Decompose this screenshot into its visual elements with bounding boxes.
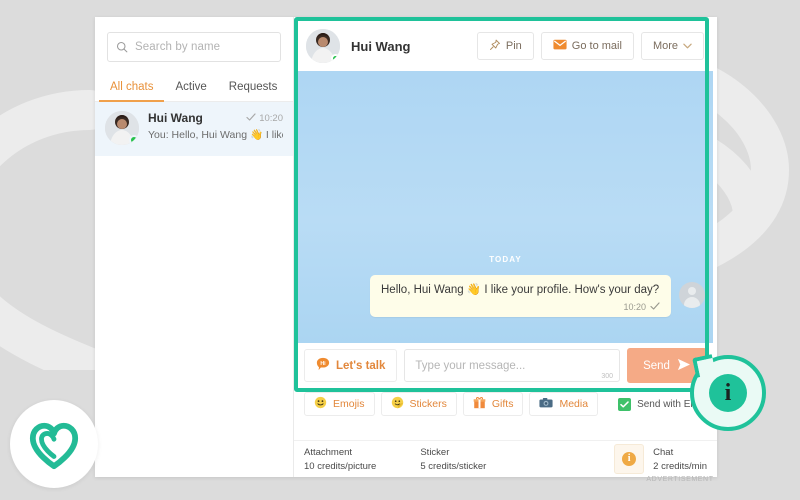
search-container: Search by name [95, 17, 293, 62]
message-text: Hello, Hui Wang 👋 I like your profile. H… [381, 284, 660, 296]
online-status-dot [331, 54, 340, 63]
send-button-label: Send [643, 359, 670, 372]
camera-icon [539, 397, 554, 411]
contact-name: Hui Wang [148, 111, 203, 125]
message-area: TODAY Hello, Hui Wang 👋 I like your prof… [298, 71, 713, 343]
message-input-placeholder: Type your message... [415, 359, 526, 372]
page-title: Hui Wang [351, 38, 411, 54]
info-badge[interactable]: i [690, 354, 766, 431]
tab-requests[interactable]: Requests [218, 75, 289, 102]
search-placeholder: Search by name [135, 41, 221, 53]
list-item[interactable]: Hui Wang 10:20 You: Hello, Hui Wang 👋 I … [95, 102, 293, 156]
chat-filter-tabs: All chats Active Requests [95, 75, 293, 102]
message-bubble: Hello, Hui Wang 👋 I like your profile. H… [370, 275, 671, 317]
avatar [105, 111, 139, 145]
badge-inner-circle: i [709, 374, 747, 412]
search-input[interactable]: Search by name [107, 32, 281, 62]
pricing-chat: i Chat 2 credits/min [614, 444, 707, 474]
character-counter: 300 [601, 373, 613, 380]
day-divider: TODAY [489, 255, 522, 264]
message-composer: Hi Let's talk Type your message... 300 S… [298, 343, 713, 388]
info-icon: i [622, 452, 637, 466]
emojis-button[interactable]: Emojis [304, 392, 375, 416]
go-to-mail-label: Go to mail [571, 40, 622, 52]
sticker-icon [391, 396, 404, 412]
emoji-icon [314, 396, 327, 412]
avatar[interactable] [306, 29, 340, 63]
svg-text:Hi: Hi [320, 361, 326, 367]
pin-button[interactable]: Pin [476, 32, 534, 60]
pricing-chat-text: Chat 2 credits/min [653, 447, 707, 472]
pricing-sticker-title: Sticker [420, 446, 450, 458]
advertisement-label-wrap: ADVERTISEMENT [560, 476, 800, 483]
mail-icon [553, 39, 567, 53]
heart-logo-icon [29, 422, 79, 470]
stickers-button[interactable]: Stickers [380, 392, 457, 416]
check-icon [246, 112, 256, 124]
pricing-chat-value: 2 credits/min [653, 460, 707, 472]
advertisement-label: ADVERTISEMENT [646, 476, 714, 483]
go-to-mail-button[interactable]: Go to mail [540, 32, 634, 60]
brand-logo [10, 400, 98, 488]
emojis-label: Emojis [333, 398, 365, 410]
message-time: 10:20 [623, 301, 646, 312]
media-label: Media [559, 398, 589, 410]
chat-panel: Hui Wang Pin Go to mail More TODAY Hello… [294, 17, 717, 477]
app-card: Search by name All chats Active Requests [95, 17, 717, 477]
hi-bubble-icon: Hi [316, 357, 330, 374]
send-with-enter-checkbox[interactable]: Send with Ent [618, 397, 699, 411]
more-button-label: More [652, 40, 678, 52]
pricing-sticker-value: 5 credits/sticker [420, 460, 487, 472]
check-icon [650, 302, 660, 312]
checkbox-checked-icon [618, 397, 632, 411]
gifts-label: Gifts [491, 398, 514, 410]
lets-talk-button[interactable]: Hi Let's talk [304, 349, 398, 382]
pricing-chat-title: Chat [653, 446, 674, 458]
message-meta: 10:20 [381, 302, 660, 312]
message-input[interactable]: Type your message... 300 [404, 349, 620, 382]
chat-list-panel: Search by name All chats Active Requests [95, 17, 294, 477]
stickers-label: Stickers [409, 398, 447, 410]
chat-info-button[interactable]: i [614, 444, 645, 474]
info-icon: i [724, 380, 732, 406]
pin-button-label: Pin [505, 40, 522, 52]
online-status-dot [129, 135, 139, 145]
lets-talk-label: Let's talk [336, 359, 386, 372]
more-button[interactable]: More [640, 32, 704, 60]
gift-icon [473, 396, 486, 412]
tab-all-chats[interactable]: All chats [99, 75, 165, 102]
pricing-attachment-value: 10 credits/picture [304, 460, 377, 472]
pricing-bar: Attachment 10 credits/picture Sticker 5 … [294, 440, 717, 477]
pin-icon [489, 39, 501, 54]
search-icon [116, 41, 128, 53]
media-button[interactable]: Media [529, 392, 599, 416]
pricing-attachment: Attachment 10 credits/picture [304, 447, 376, 472]
chat-header: Hui Wang Pin Go to mail More [298, 21, 713, 71]
list-item-meta: 10:20 [246, 113, 283, 124]
paper-plane-icon [676, 358, 691, 374]
list-item-top: Hui Wang 10:20 [148, 111, 283, 125]
attachment-toolbar: Emojis Stickers Gifts Media Send with En… [298, 388, 713, 420]
chevron-down-icon [683, 40, 692, 52]
message-time: 10:20 [259, 112, 283, 124]
message-avatar [679, 282, 705, 308]
list-item-body: Hui Wang 10:20 You: Hello, Hui Wang 👋 I … [148, 111, 283, 141]
pricing-sticker: Sticker 5 credits/sticker [420, 447, 486, 472]
app-root: Search by name All chats Active Requests [0, 0, 800, 500]
tab-active[interactable]: Active [164, 75, 217, 102]
message-row: Hello, Hui Wang 👋 I like your profile. H… [298, 275, 713, 317]
badge-tail [692, 354, 716, 378]
gifts-button[interactable]: Gifts [462, 392, 524, 416]
pricing-attachment-title: Attachment [304, 446, 353, 458]
message-preview: You: Hello, Hui Wang 👋 I like [148, 129, 283, 141]
